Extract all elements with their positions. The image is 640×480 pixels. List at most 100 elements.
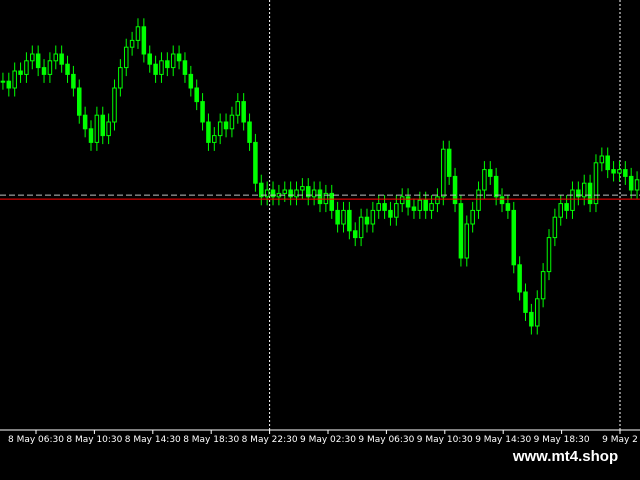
candle-body xyxy=(347,209,352,232)
candle-body xyxy=(493,175,499,198)
candle-body xyxy=(388,209,393,218)
candle-body xyxy=(411,206,417,211)
candle-body xyxy=(376,203,381,211)
candle-body xyxy=(170,53,176,69)
candle-body xyxy=(546,237,552,273)
chart-window[interactable]: 2:308 May 06:308 May 10:308 May 14:308 M… xyxy=(0,0,640,480)
candle-body xyxy=(147,53,152,65)
candle-body xyxy=(247,121,252,143)
time-axis-label: 9 May 02:30 xyxy=(300,435,356,445)
candle-body xyxy=(300,186,305,191)
candle-body xyxy=(470,209,475,225)
candle-body xyxy=(123,46,129,69)
candle-body xyxy=(30,53,35,62)
candle-body xyxy=(159,60,164,75)
candle-body xyxy=(270,189,276,198)
candle-body xyxy=(358,216,364,239)
candle-body xyxy=(47,60,53,75)
candle-body xyxy=(511,209,517,266)
candle-body xyxy=(423,199,428,211)
candle-body xyxy=(100,114,106,137)
candle-body xyxy=(24,60,29,75)
candle-body xyxy=(529,311,534,327)
candle-body xyxy=(482,169,487,191)
candle-body xyxy=(311,189,317,198)
candle-body xyxy=(35,53,41,69)
candle-body xyxy=(18,70,23,75)
candle-body xyxy=(599,155,605,164)
candle-body xyxy=(135,26,141,41)
candle-body xyxy=(429,203,434,211)
candle-body xyxy=(564,203,569,211)
candle-body xyxy=(294,189,299,198)
candle-body xyxy=(534,298,540,327)
candle-body xyxy=(587,182,593,205)
time-axis-label: 8 May 14:30 xyxy=(125,435,181,445)
candle-body xyxy=(593,162,599,205)
candle-body xyxy=(329,192,335,211)
candle-body xyxy=(88,128,94,143)
candle-body xyxy=(628,175,634,191)
candle-body xyxy=(241,101,246,123)
candle-body xyxy=(194,87,199,103)
candle-body xyxy=(188,73,194,89)
candle-body xyxy=(464,223,470,259)
candle-body xyxy=(106,121,111,137)
candle-body xyxy=(335,209,340,225)
candle-body xyxy=(499,196,505,205)
candle-body xyxy=(399,196,405,205)
candle-body xyxy=(212,135,217,143)
price-chart[interactable]: 2:308 May 06:308 May 10:308 May 14:308 M… xyxy=(0,0,640,480)
time-axis-label: 8 May 22:30 xyxy=(242,435,298,445)
candle-body xyxy=(611,169,616,174)
candle-body xyxy=(94,114,100,143)
candle-body xyxy=(364,216,370,225)
candle-body xyxy=(605,155,610,171)
candle-body xyxy=(576,189,581,198)
watermark-label: www.mt4.shop xyxy=(497,444,634,470)
candle-body xyxy=(617,169,622,174)
candle-body xyxy=(488,169,493,177)
candle-body xyxy=(0,80,6,83)
candle-body xyxy=(505,203,511,211)
candle-body xyxy=(82,114,88,130)
candle-body xyxy=(370,209,376,225)
candle-body xyxy=(394,203,399,218)
candle-body xyxy=(446,148,452,177)
time-axis-label: 9 May 10:30 xyxy=(417,435,473,445)
candle-body xyxy=(523,291,528,313)
candle-body xyxy=(235,101,241,116)
candle-body xyxy=(112,87,117,123)
candle-body xyxy=(282,189,288,194)
candle-body xyxy=(176,53,182,62)
candle-body xyxy=(458,203,464,259)
candle-body xyxy=(129,39,135,48)
time-axis-label: 9 May 06:30 xyxy=(358,435,414,445)
time-axis-label: 8 May 18:30 xyxy=(183,435,239,445)
candle-body xyxy=(141,26,147,55)
candle-body xyxy=(206,121,211,143)
candle-body xyxy=(153,63,158,75)
candle-body xyxy=(41,67,47,75)
candle-body xyxy=(352,230,358,239)
candle-body xyxy=(441,148,446,198)
candle-body xyxy=(59,53,64,65)
candle-body xyxy=(552,216,558,239)
candle-body xyxy=(200,101,205,123)
candle-body xyxy=(476,189,481,211)
candle-body xyxy=(417,199,423,211)
candle-body xyxy=(53,53,59,62)
candle-body xyxy=(435,196,440,205)
candle-body xyxy=(382,203,387,211)
candle-body xyxy=(623,169,628,177)
candle-body xyxy=(182,60,188,75)
time-axis-label: 8 May 06:30 xyxy=(8,435,64,445)
time-axis-label: 8 May 10:30 xyxy=(66,435,122,445)
candle-body xyxy=(405,196,411,208)
candle-body xyxy=(71,73,76,89)
candle-body xyxy=(253,141,258,184)
candle-body xyxy=(540,271,546,300)
candle-body xyxy=(558,203,563,218)
candle-body xyxy=(341,209,346,225)
candle-body xyxy=(517,264,522,293)
